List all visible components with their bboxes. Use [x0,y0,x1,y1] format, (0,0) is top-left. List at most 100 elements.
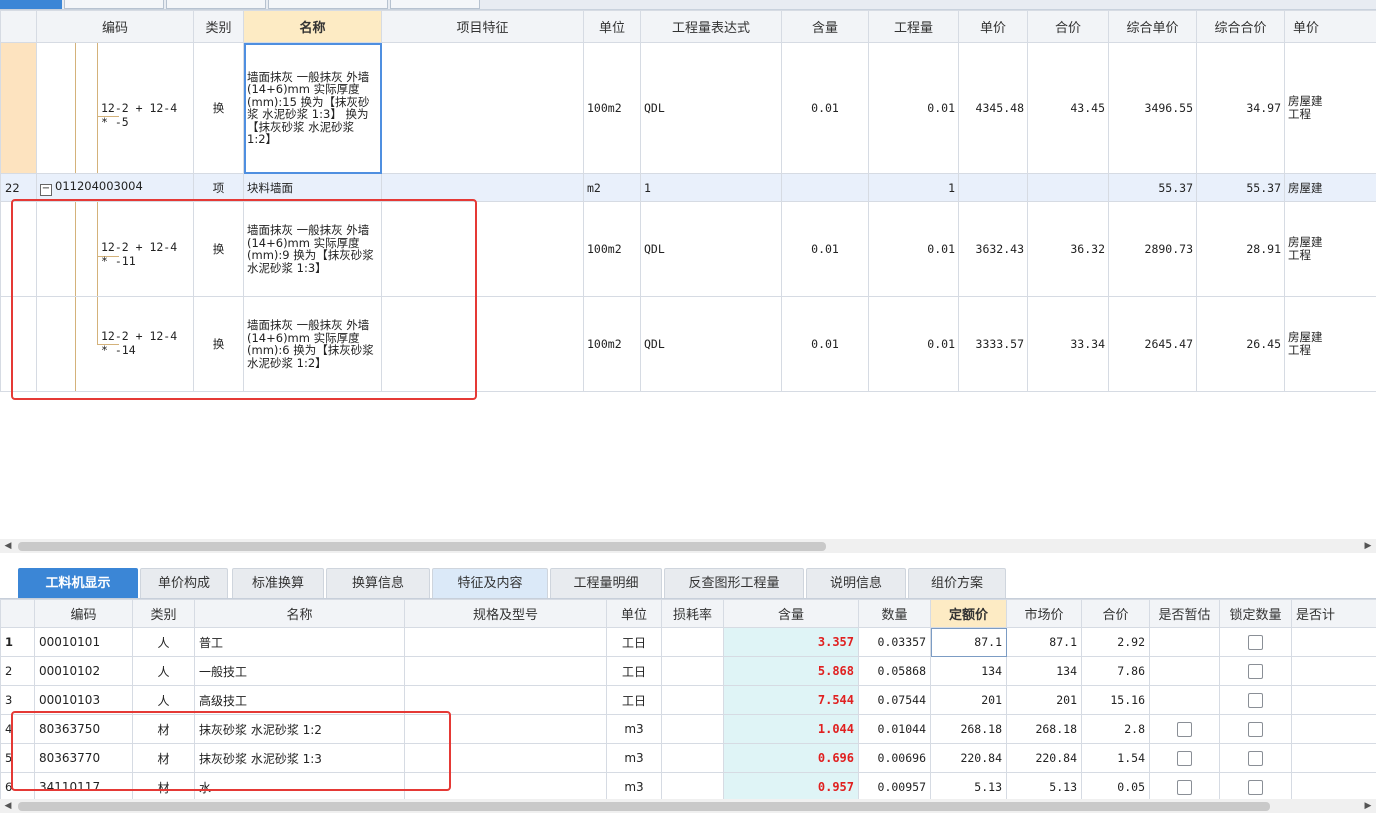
col-unit[interactable]: 单位 [606,599,662,628]
row-spec[interactable] [404,627,607,657]
row-quota-price[interactable]: 87.1 [930,627,1007,657]
col-lock-qty[interactable]: 锁定数量 [1219,599,1292,628]
row-unit[interactable]: m2 [583,173,641,202]
row-market-price[interactable]: 87.1 [1006,627,1082,657]
col-quota-price[interactable]: 定额价 [930,599,1007,628]
row-content[interactable] [781,173,869,202]
lower-hscrollbar[interactable]: ◀ ▶ [0,799,1376,813]
lock-qty-checkbox[interactable] [1248,750,1263,766]
col-total[interactable]: 合价 [1027,10,1109,43]
row-qty[interactable]: 0.01 [868,42,959,174]
row-content[interactable]: 0.957 [723,772,859,799]
table-row[interactable]: 2 00010102 人一般技工 工日 5.868 0.05868 134 134 7.86 [0,656,1376,686]
row-amount[interactable]: 0.05868 [858,656,931,686]
row-loss[interactable] [661,714,724,744]
row-quota-price[interactable]: 5.13 [930,772,1007,799]
tab-pricing-plan[interactable]: 组价方案 [908,568,1006,598]
top-tab-2[interactable] [64,0,164,9]
row-quota-price[interactable]: 134 [930,656,1007,686]
col-name[interactable]: 名称 [194,599,405,628]
lock-qty-checkbox[interactable] [1248,663,1263,679]
scroll-left-icon[interactable]: ◀ [2,539,14,553]
row-content[interactable]: 0.01 [781,42,869,174]
row-amount[interactable]: 0.00696 [858,743,931,773]
table-row[interactable]: 5 80363770 材抹灰砂浆 水泥砂浆 1:3 m3 0.696 0.00696 220… [0,743,1376,773]
row-price[interactable]: 3632.43 [958,201,1028,297]
row-loss[interactable] [661,656,724,686]
row-expr[interactable]: QDL [640,296,782,392]
row-code-cell[interactable]: 12-2 + 12-4 * -5 [36,42,194,174]
row-content[interactable]: 0.01 [781,201,869,297]
col-type[interactable]: 类别 [193,10,244,43]
row-count[interactable] [1291,714,1376,744]
lock-qty-checkbox[interactable] [1248,692,1263,708]
row-name[interactable]: 墙面抹灰 一般抹灰 外墙 (14+6)mm 实际厚度(mm):6 换为【抹灰砂浆… [243,296,382,392]
top-tab-active[interactable] [0,0,62,9]
tab-quantity-detail[interactable]: 工程量明细 [550,568,662,598]
row-name[interactable]: 一般技工 [194,656,405,686]
row-code[interactable]: 80363770 [34,743,133,773]
estimated-checkbox[interactable] [1177,721,1192,737]
row-loss[interactable] [661,685,724,715]
lock-qty-checkbox[interactable] [1248,721,1263,737]
tab-conversion-info[interactable]: 换算信息 [326,568,430,598]
col-comp-total[interactable]: 综合合价 [1196,10,1285,43]
row-name[interactable]: 块料墙面 [243,173,382,202]
row-content[interactable]: 7.544 [723,685,859,715]
row-feature[interactable] [381,296,584,392]
row-code[interactable]: 80363750 [34,714,133,744]
estimated-checkbox[interactable] [1177,750,1192,766]
row-amount[interactable]: 0.03357 [858,627,931,657]
row-spec[interactable] [404,656,607,686]
row-market-price[interactable]: 5.13 [1006,772,1082,799]
top-tab-3[interactable] [166,0,266,9]
row-count[interactable] [1291,772,1376,799]
row-content[interactable]: 5.868 [723,656,859,686]
table-row[interactable]: 3 00010103 人高级技工 工日 7.544 0.07544 201 201 15.16 [0,685,1376,715]
row-loss[interactable] [661,627,724,657]
row-count[interactable] [1291,743,1376,773]
row-code[interactable]: 00010101 [34,627,133,657]
col-comp-price[interactable]: 综合单价 [1108,10,1197,43]
row-spec[interactable] [404,772,607,799]
row-market-price[interactable]: 134 [1006,656,1082,686]
row-content[interactable]: 0.696 [723,743,859,773]
table-row[interactable]: 12-2 + 12-4 * -14 换 墙面抹灰 一般抹灰 外墙 (14+6)m… [0,296,1376,392]
top-tab-5[interactable] [390,0,480,9]
row-unit[interactable]: 100m2 [583,296,641,392]
col-unit[interactable]: 单位 [583,10,641,43]
row-quota-price[interactable]: 220.84 [930,743,1007,773]
col-code[interactable]: 编码 [34,599,133,628]
row-unit[interactable]: 100m2 [583,201,641,297]
row-name[interactable]: 水 [194,772,405,799]
row-content[interactable]: 1.044 [723,714,859,744]
col-spec[interactable]: 规格及型号 [404,599,607,628]
row-quota-price[interactable]: 268.18 [930,714,1007,744]
row-amount[interactable]: 0.00957 [858,772,931,799]
col-amount[interactable]: 数量 [858,599,931,628]
col-loss[interactable]: 损耗率 [661,599,724,628]
col-market-price[interactable]: 市场价 [1006,599,1082,628]
col-name[interactable]: 名称 [243,10,382,43]
scroll-right-icon[interactable]: ▶ [1362,539,1374,553]
row-market-price[interactable]: 201 [1006,685,1082,715]
table-row[interactable]: 1 00010101 人普工 工日 3.357 0.03357 87.1 87.1 2.92 [0,627,1376,657]
row-code-cell[interactable]: −011204003004 [36,173,194,202]
col-feature[interactable]: 项目特征 [381,10,584,43]
table-row-parent[interactable]: 22 −011204003004 项 块料墙面 m2 1 1 55.37 55.… [0,173,1376,202]
col-content[interactable]: 含量 [781,10,869,43]
row-name[interactable]: 墙面抹灰 一般抹灰 外墙 (14+6)mm 实际厚度(mm):15 换为【抹灰砂… [243,42,382,174]
row-count[interactable] [1291,656,1376,686]
col-price[interactable]: 单价 [958,10,1028,43]
row-code-cell[interactable]: 12-2 + 12-4 * -11 [36,201,194,297]
row-spec[interactable] [404,685,607,715]
tab-standard-conversion[interactable]: 标准换算 [232,568,324,598]
row-name[interactable]: 高级技工 [194,685,405,715]
row-price[interactable]: 3333.57 [958,296,1028,392]
row-code[interactable]: 34110117 [34,772,133,799]
row-content[interactable]: 3.357 [723,627,859,657]
scroll-left-icon[interactable]: ◀ [2,799,14,813]
row-code[interactable]: 00010102 [34,656,133,686]
row-code[interactable]: 00010103 [34,685,133,715]
row-qty[interactable]: 0.01 [868,201,959,297]
